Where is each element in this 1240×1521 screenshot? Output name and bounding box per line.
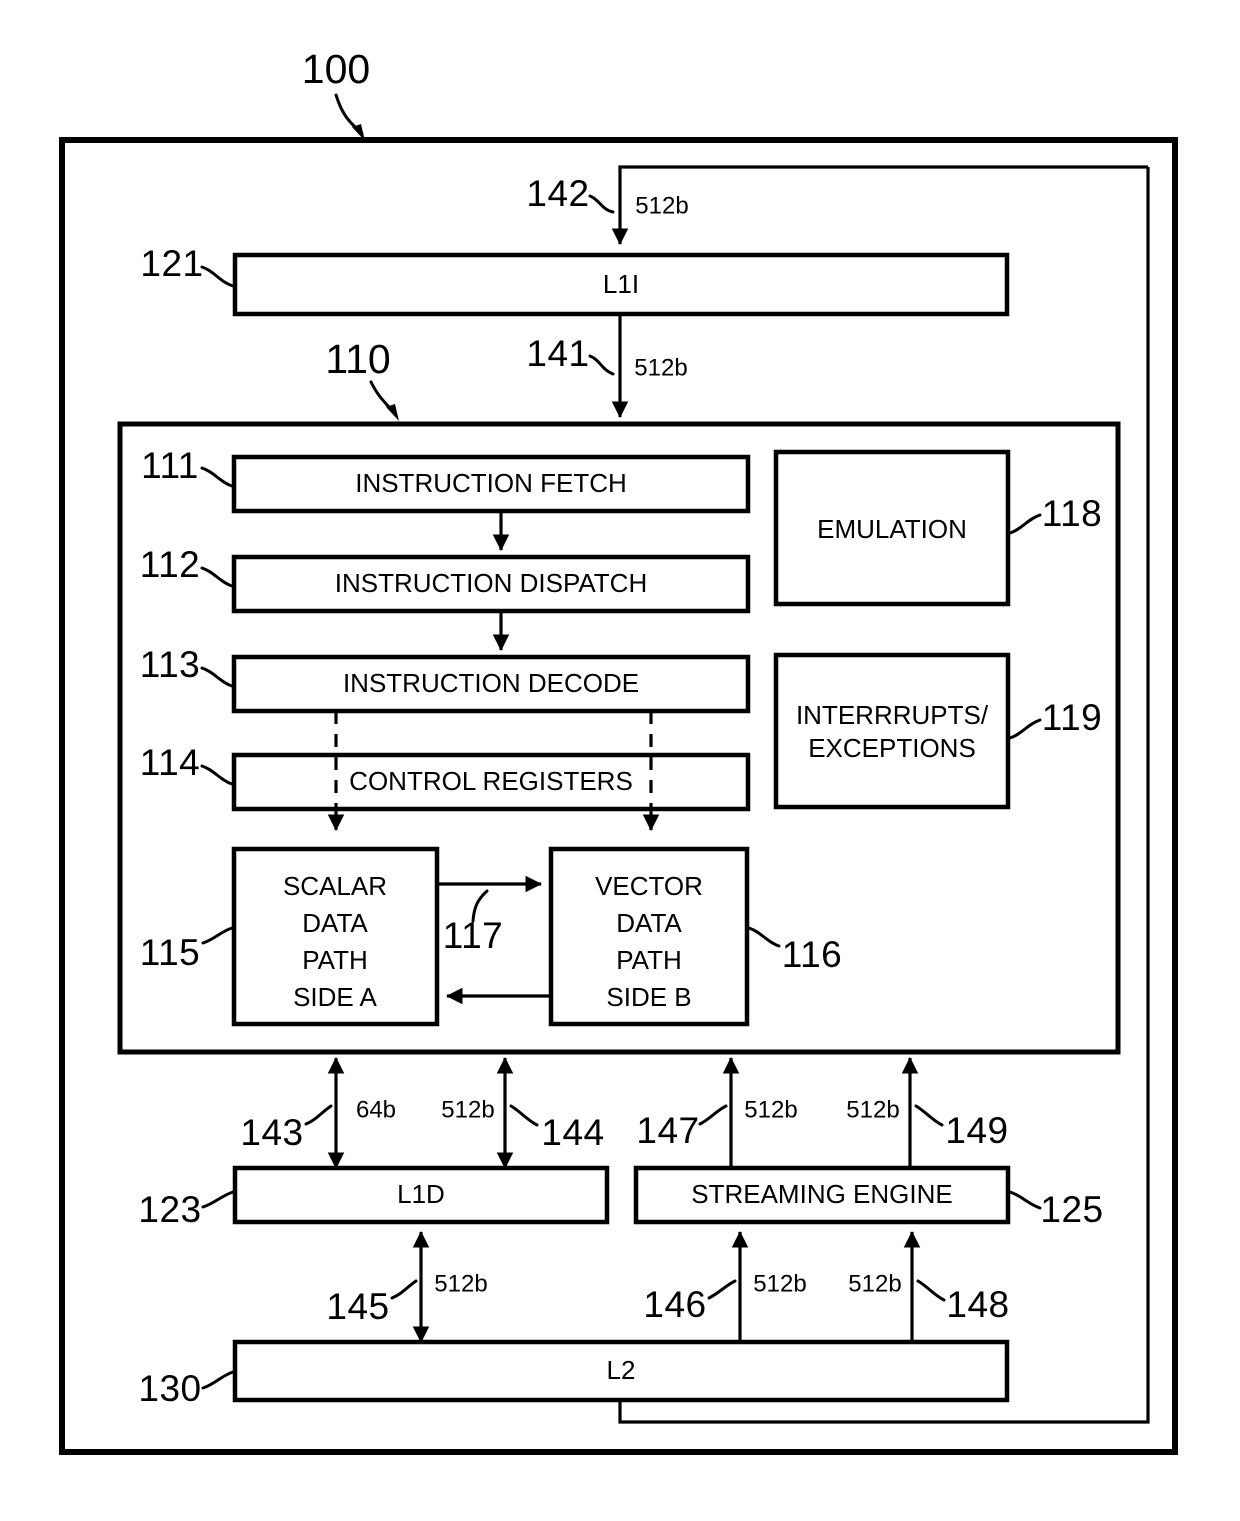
leader-142	[588, 194, 615, 214]
ref-112: 112	[140, 544, 201, 585]
ref-147: 147	[636, 1110, 699, 1151]
leader-116	[747, 926, 781, 948]
ref-117: 117	[443, 915, 504, 956]
leader-125	[1008, 1190, 1042, 1210]
ref-116: 116	[782, 934, 843, 975]
ref-142: 142	[526, 173, 589, 214]
bus-141-width: 512b	[634, 354, 687, 381]
bus-142-path	[611, 165, 1148, 245]
block-vector-datapath-label-line3: PATH	[616, 945, 681, 975]
leader-149	[914, 1104, 944, 1127]
leader-146	[707, 1279, 737, 1300]
ref-143: 143	[240, 1112, 303, 1153]
leader-112	[200, 566, 234, 588]
block-l1d-label: L1D	[397, 1179, 445, 1209]
block-scalar-datapath-label-line1: SCALAR	[283, 871, 387, 901]
ref-113: 113	[140, 644, 201, 685]
leader-118	[1008, 513, 1042, 535]
ref-146: 146	[643, 1284, 706, 1325]
bus-147-width: 512b	[744, 1096, 797, 1123]
block-l1i-label: L1I	[603, 269, 639, 299]
block-l2-label: L2	[607, 1355, 636, 1385]
leader-144	[509, 1104, 539, 1127]
bus-149-width: 512b	[846, 1096, 899, 1123]
processor-block-diagram: 100 512b 142 L1I 121 512b 141 110 INSTRU…	[0, 0, 1240, 1521]
bus-142-width: 512b	[635, 192, 688, 219]
block-streaming-engine-label: STREAMING ENGINE	[691, 1179, 952, 1209]
ref-110: 110	[325, 336, 390, 382]
block-emulation-label: EMULATION	[817, 514, 967, 544]
bus-143-width: 64b	[356, 1096, 396, 1123]
ref-118: 118	[1042, 493, 1103, 534]
leader-111	[200, 466, 234, 488]
ref-114: 114	[140, 742, 201, 783]
leader-143	[304, 1104, 333, 1126]
ref-111: 111	[141, 445, 199, 486]
leader-119	[1008, 718, 1042, 740]
block-vector-datapath-label-line4: SIDE B	[606, 982, 691, 1012]
block-instruction-fetch-label: INSTRUCTION FETCH	[355, 468, 627, 498]
block-scalar-datapath-label-line4: SIDE A	[293, 982, 377, 1012]
bus-145-width: 512b	[434, 1270, 487, 1297]
leader-148	[916, 1279, 946, 1302]
bus-144-width: 512b	[441, 1096, 494, 1123]
ref-130: 130	[138, 1368, 201, 1409]
ref-119: 119	[1042, 697, 1103, 738]
ref-115: 115	[140, 932, 201, 973]
block-vector-datapath-label-line1: VECTOR	[595, 871, 703, 901]
ref-123: 123	[138, 1189, 201, 1230]
block-instruction-dispatch-label: INSTRUCTION DISPATCH	[335, 568, 647, 598]
block-scalar-datapath-label-line3: PATH	[302, 945, 367, 975]
ref-148: 148	[946, 1284, 1009, 1325]
leader-114	[200, 764, 234, 786]
bus-146-width: 512b	[753, 1270, 806, 1297]
block-interrupts-exceptions-label-line1: INTERRRUPTS/	[796, 700, 989, 730]
block-control-registers-label: CONTROL REGISTERS	[349, 766, 633, 796]
leader-110-arrowhead	[386, 404, 399, 421]
leader-115	[201, 926, 234, 945]
block-interrupts-exceptions[interactable]	[773, 652, 1011, 810]
leader-113	[200, 666, 234, 688]
block-scalar-datapath-label-line2: DATA	[302, 908, 368, 938]
leader-141	[588, 354, 615, 376]
ref-149: 149	[945, 1110, 1008, 1151]
diagram-canvas: 100 512b 142 L1I 121 512b 141 110 INSTRU…	[59, 46, 1178, 1455]
ref-100: 100	[302, 46, 370, 92]
leader-147	[698, 1104, 728, 1126]
ref-121: 121	[140, 243, 203, 284]
ref-141: 141	[526, 333, 589, 374]
block-vector-datapath-label-line2: DATA	[616, 908, 682, 938]
ref-145: 145	[326, 1286, 389, 1327]
leader-130	[201, 1370, 235, 1390]
ref-125: 125	[1040, 1189, 1103, 1230]
bus-148-width: 512b	[848, 1270, 901, 1297]
leader-145	[390, 1279, 418, 1300]
leader-123	[201, 1190, 235, 1209]
ref-144: 144	[541, 1112, 604, 1153]
leader-121	[200, 265, 235, 288]
block-interrupts-exceptions-label-line2: EXCEPTIONS	[808, 733, 976, 763]
block-instruction-decode-label: INSTRUCTION DECODE	[343, 668, 639, 698]
